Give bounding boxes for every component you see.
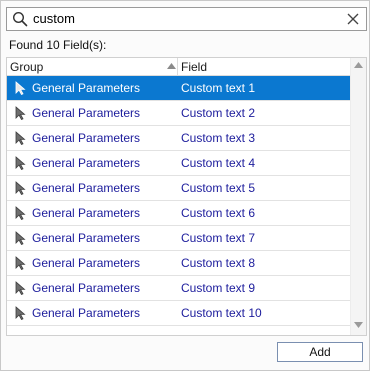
pointer-arrow-icon — [15, 256, 26, 270]
list-item[interactable]: General Parameters Custom text 4 — [7, 151, 350, 176]
field-cell: Custom text 10 — [181, 306, 262, 320]
list-header: Group Field — [7, 58, 350, 76]
list-item[interactable]: General Parameters Custom text 7 — [7, 226, 350, 251]
group-cell: General Parameters — [32, 206, 141, 220]
field-cell: Custom text 9 — [181, 281, 256, 295]
group-cell: General Parameters — [32, 106, 141, 120]
list-item[interactable]: General Parameters Custom text 5 — [7, 176, 350, 201]
column-header-field[interactable]: Field — [181, 60, 207, 74]
close-icon[interactable] — [345, 11, 361, 27]
field-cell: Custom text 7 — [181, 231, 256, 245]
pointer-arrow-icon — [15, 281, 26, 295]
pointer-arrow-icon — [15, 231, 26, 245]
fields-list[interactable]: Group Field General Parameters Custom tex… — [6, 57, 367, 336]
search-input[interactable]: custom — [33, 8, 75, 30]
group-cell: General Parameters — [32, 281, 141, 295]
group-cell: General Parameters — [32, 231, 141, 245]
field-cell: Custom text 2 — [181, 106, 256, 120]
column-divider[interactable] — [177, 58, 178, 75]
list-item[interactable]: General Parameters Custom text 8 — [7, 251, 350, 276]
group-cell: General Parameters — [32, 156, 141, 170]
column-header-group[interactable]: Group — [10, 60, 43, 74]
field-cell: Custom text 1 — [181, 81, 256, 95]
results-count-label: Found 10 Field(s): — [9, 38, 107, 52]
scroll-up-icon[interactable] — [354, 62, 363, 68]
pointer-arrow-icon — [15, 156, 26, 170]
search-icon — [12, 11, 28, 27]
search-box[interactable]: custom — [6, 7, 367, 31]
vertical-scrollbar[interactable] — [350, 58, 366, 335]
sort-ascending-icon[interactable] — [167, 63, 176, 69]
group-cell: General Parameters — [32, 256, 141, 270]
group-cell: General Parameters — [32, 131, 141, 145]
field-cell: Custom text 3 — [181, 131, 256, 145]
pointer-arrow-icon — [15, 81, 26, 95]
list-rows: General Parameters Custom text 1 General P… — [7, 76, 350, 326]
list-item[interactable]: General Parameters Custom text 3 — [7, 126, 350, 151]
pointer-arrow-icon — [15, 181, 26, 195]
group-cell: General Parameters — [32, 81, 141, 95]
field-search-panel: custom Found 10 Field(s): Group Field Ge… — [0, 0, 370, 371]
list-item[interactable]: General Parameters Custom text 6 — [7, 201, 350, 226]
pointer-arrow-icon — [15, 131, 26, 145]
list-item[interactable]: General Parameters Custom text 9 — [7, 276, 350, 301]
add-button[interactable]: Add — [277, 342, 363, 362]
list-item[interactable]: General Parameters Custom text 10 — [7, 301, 350, 326]
field-cell: Custom text 6 — [181, 206, 256, 220]
list-item[interactable]: General Parameters Custom text 2 — [7, 101, 350, 126]
list-item[interactable]: General Parameters Custom text 1 — [7, 76, 350, 101]
pointer-arrow-icon — [15, 206, 26, 220]
pointer-arrow-icon — [15, 106, 26, 120]
group-cell: General Parameters — [32, 181, 141, 195]
pointer-arrow-icon — [15, 306, 26, 320]
scroll-down-icon[interactable] — [354, 322, 363, 328]
field-cell: Custom text 5 — [181, 181, 256, 195]
field-cell: Custom text 4 — [181, 156, 256, 170]
group-cell: General Parameters — [32, 306, 141, 320]
field-cell: Custom text 8 — [181, 256, 256, 270]
